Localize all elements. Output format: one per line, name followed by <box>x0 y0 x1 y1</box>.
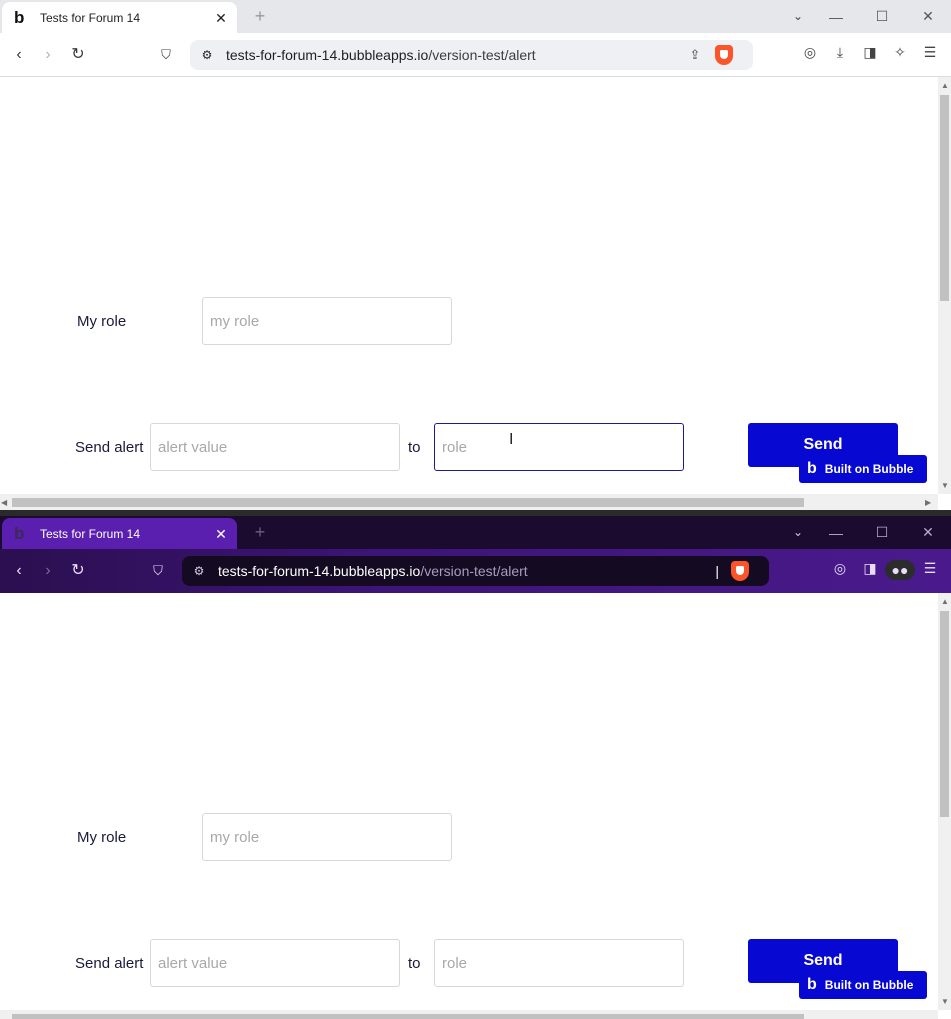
share-icon[interactable]: ⇪ <box>683 47 707 63</box>
toolbar-actions: ◎ ◨ ●● ☰ <box>825 560 945 580</box>
bubble-logo-icon: b <box>807 976 817 993</box>
bubble-logo-icon: b <box>807 460 817 477</box>
scroll-up-icon[interactable]: ▲ <box>941 597 949 607</box>
tab-title: Tests for Forum 14 <box>40 526 141 541</box>
scroll-down-icon[interactable]: ▼ <box>941 997 949 1007</box>
to-label: to <box>408 439 421 456</box>
to-label: to <box>408 955 421 972</box>
alert-value-input[interactable] <box>150 939 400 987</box>
scroll-up-icon[interactable]: ▲ <box>941 81 949 91</box>
new-tab-button[interactable]: + <box>250 6 270 26</box>
page-viewport: My role Send alert to Send b Built on Bu… <box>0 593 938 1010</box>
page-viewport: My role Send alert to I Send b Built on … <box>0 77 938 494</box>
sidebar-icon[interactable]: ◨ <box>855 44 885 61</box>
horizontal-scroll-thumb[interactable] <box>12 498 804 507</box>
browser-window-dark: b Tests for Forum 14 ✕ + ⌄ — ☐ ✕ ‹ › ↻ ⛉… <box>0 516 951 1019</box>
site-info-icon[interactable]: ⚙ <box>194 48 220 62</box>
my-role-label: My role <box>77 313 127 330</box>
toolbar-actions: ◎ ⤓ ◨ ✧ ☰ <box>795 44 945 61</box>
scroll-left-icon[interactable]: ◀ <box>1 498 7 508</box>
omnibox-divider: | <box>715 563 719 579</box>
tab-active[interactable]: b Tests for Forum 14 ✕ <box>2 518 237 549</box>
reload-icon[interactable]: ↻ <box>67 44 89 66</box>
forward-icon[interactable]: › <box>37 560 59 582</box>
horizontal-scrollbar[interactable] <box>0 1010 938 1019</box>
built-on-bubble-badge[interactable]: b Built on Bubble <box>799 971 927 999</box>
back-icon[interactable]: ‹ <box>8 44 30 66</box>
window-controls: — ☐ ✕ <box>813 516 951 549</box>
menu-icon[interactable]: ☰ <box>915 44 945 61</box>
bookmark-icon[interactable]: ⛉ <box>155 44 177 66</box>
browser-toolbar: ‹ › ↻ ⛉ ⚙ tests-for-forum-14.bubbleapps.… <box>0 33 951 77</box>
download-icon[interactable]: ⤓ <box>825 44 855 61</box>
new-tab-button[interactable]: + <box>250 522 270 542</box>
address-bar[interactable]: ⚙ tests-for-forum-14.bubbleapps.io/versi… <box>182 556 769 586</box>
window-controls: — ☐ ✕ <box>813 0 951 33</box>
address-bar[interactable]: ⚙ tests-for-forum-14.bubbleapps.io/versi… <box>190 40 753 70</box>
back-icon[interactable]: ‹ <box>8 560 30 582</box>
private-glasses-icon[interactable]: ●● <box>885 560 915 580</box>
minimize-button[interactable]: — <box>813 525 859 541</box>
forward-icon[interactable]: › <box>37 44 59 66</box>
send-alert-label: Send alert <box>75 955 144 972</box>
browser-window-light: b Tests for Forum 14 ✕ + ⌄ — ☐ ✕ ‹ › ↻ ⛉… <box>0 0 951 512</box>
alert-value-input[interactable] <box>150 423 400 471</box>
tab-search-icon[interactable]: ⌄ <box>788 522 808 542</box>
my-role-input[interactable] <box>202 813 452 861</box>
close-window-button[interactable]: ✕ <box>905 524 951 541</box>
tab-close-icon[interactable]: ✕ <box>211 524 231 544</box>
bubble-favicon-icon: b <box>14 523 25 543</box>
tab-active[interactable]: b Tests for Forum 14 ✕ <box>2 2 237 33</box>
text-cursor-icon: I <box>509 431 514 448</box>
built-on-bubble-badge[interactable]: b Built on Bubble <box>799 455 927 483</box>
send-alert-label: Send alert <box>75 439 144 456</box>
vertical-scrollbar[interactable]: ▲ ▼ <box>938 77 951 494</box>
bookmark-icon[interactable]: ⛉ <box>147 560 169 582</box>
tab-title: Tests for Forum 14 <box>40 10 141 25</box>
my-role-label: My role <box>77 829 127 846</box>
my-role-input[interactable] <box>202 297 452 345</box>
built-on-bubble-text: Built on Bubble <box>824 978 914 992</box>
site-info-icon[interactable]: ⚙ <box>186 564 212 578</box>
close-window-button[interactable]: ✕ <box>905 8 951 25</box>
sidebar-icon[interactable]: ◨ <box>855 560 885 580</box>
tab-strip: b Tests for Forum 14 ✕ + ⌄ — ☐ ✕ <box>0 516 951 549</box>
vertical-scroll-thumb[interactable] <box>940 95 949 301</box>
brave-shield-icon[interactable] <box>731 561 749 581</box>
horizontal-scrollbar[interactable]: ◀ ▶ <box>0 494 938 510</box>
bubble-favicon-icon: b <box>14 7 25 27</box>
leo-icon[interactable]: ◎ <box>825 560 855 580</box>
extension-icon[interactable]: ✧ <box>885 44 915 61</box>
vertical-scroll-thumb[interactable] <box>940 611 949 817</box>
horizontal-scroll-thumb[interactable] <box>12 1014 804 1019</box>
menu-icon[interactable]: ☰ <box>915 560 945 580</box>
reload-icon[interactable]: ↻ <box>67 560 89 582</box>
browser-toolbar: ‹ › ↻ ⛉ ⚙ tests-for-forum-14.bubbleapps.… <box>0 549 951 593</box>
scroll-down-icon[interactable]: ▼ <box>941 481 949 491</box>
tab-search-icon[interactable]: ⌄ <box>788 6 808 26</box>
scroll-right-icon[interactable]: ▶ <box>925 498 931 508</box>
role-input[interactable] <box>434 939 684 987</box>
built-on-bubble-text: Built on Bubble <box>824 462 914 476</box>
tab-strip: b Tests for Forum 14 ✕ + ⌄ — ☐ ✕ <box>0 0 951 33</box>
maximize-button[interactable]: ☐ <box>859 524 905 541</box>
tab-close-icon[interactable]: ✕ <box>211 8 231 28</box>
role-input[interactable] <box>434 423 684 471</box>
url-text[interactable]: tests-for-forum-14.bubbleapps.io/version… <box>212 563 715 579</box>
maximize-button[interactable]: ☐ <box>859 8 905 25</box>
brave-shield-icon[interactable] <box>715 45 733 65</box>
url-text[interactable]: tests-for-forum-14.bubbleapps.io/version… <box>220 47 683 63</box>
vertical-scrollbar[interactable]: ▲ ▼ <box>938 593 951 1010</box>
minimize-button[interactable]: — <box>813 9 859 25</box>
leo-icon[interactable]: ◎ <box>795 44 825 61</box>
